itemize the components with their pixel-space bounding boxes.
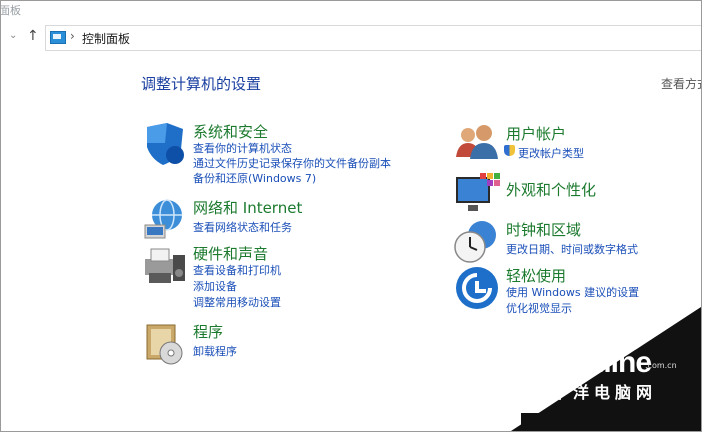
control-panel-icon <box>50 31 66 44</box>
chevron-right-icon[interactable]: › <box>70 29 75 43</box>
link-file-history-backup[interactable]: 通过文件历史记录保存你的文件备份副本 <box>193 155 391 171</box>
accessibility-icon[interactable] <box>454 265 500 311</box>
category-title[interactable]: 轻松使用 <box>506 265 566 286</box>
link-network-status[interactable]: 查看网络状态和任务 <box>193 219 292 235</box>
title-bar: 面板 <box>1 1 701 21</box>
category-title[interactable]: 时钟和区域 <box>506 219 581 240</box>
uac-shield-icon <box>504 145 515 159</box>
address-bar[interactable]: › 控制面板 <box>45 25 701 51</box>
category-title[interactable]: 程序 <box>193 321 223 342</box>
category-title[interactable]: 系统和安全 <box>193 121 268 142</box>
link-add-device[interactable]: 添加设备 <box>193 278 237 294</box>
watermark-band <box>521 413 701 431</box>
clock-globe-icon[interactable] <box>454 219 500 265</box>
category-title[interactable]: 用户帐户 <box>506 123 566 144</box>
link-change-account-type[interactable]: 更改帐户类型 <box>518 145 584 161</box>
watermark-logo: PConline <box>529 346 652 379</box>
recent-locations-chevron-icon[interactable]: ⌄ <box>9 30 17 41</box>
printer-speaker-icon[interactable] <box>141 243 187 289</box>
program-disc-icon[interactable] <box>141 321 187 367</box>
breadcrumb-control-panel[interactable]: 控制面板 <box>82 30 130 47</box>
shield-icon[interactable] <box>141 121 187 167</box>
link-recommended-settings[interactable]: 使用 Windows 建议的设置 <box>506 284 639 300</box>
link-devices-printers[interactable]: 查看设备和打印机 <box>193 262 281 278</box>
watermark-subtitle: 太平洋电脑网 <box>531 383 658 402</box>
view-by-label: 查看方式 <box>661 77 701 91</box>
link-date-time-format[interactable]: 更改日期、时间或数字格式 <box>506 241 638 257</box>
page-title: 调整计算机的设置 <box>141 75 262 93</box>
globe-network-icon[interactable] <box>141 197 187 243</box>
window-title: 面板 <box>0 4 21 17</box>
category-title[interactable]: 网络和 Internet <box>193 197 302 218</box>
address-row: ⌄ ↑ › 控制面板 <box>1 25 701 51</box>
watermark-domain: .com.cn <box>645 361 677 370</box>
category-title[interactable]: 硬件和声音 <box>193 243 268 264</box>
link-mobility-settings[interactable]: 调整常用移动设置 <box>193 294 281 310</box>
link-backup-restore[interactable]: 备份和还原(Windows 7) <box>193 170 316 186</box>
category-title[interactable]: 外观和个性化 <box>506 179 596 200</box>
users-icon[interactable] <box>454 123 500 169</box>
monitor-palette-icon[interactable] <box>454 171 500 217</box>
link-uninstall-program[interactable]: 卸载程序 <box>193 343 237 359</box>
up-arrow-icon[interactable]: ↑ <box>27 28 39 44</box>
control-panel-window: 面板 ⌄ ↑ › 控制面板 调整计算机的设置 查看方式 系统和安全 查看你的计算… <box>0 0 702 432</box>
link-view-computer-status[interactable]: 查看你的计算机状态 <box>193 140 292 156</box>
